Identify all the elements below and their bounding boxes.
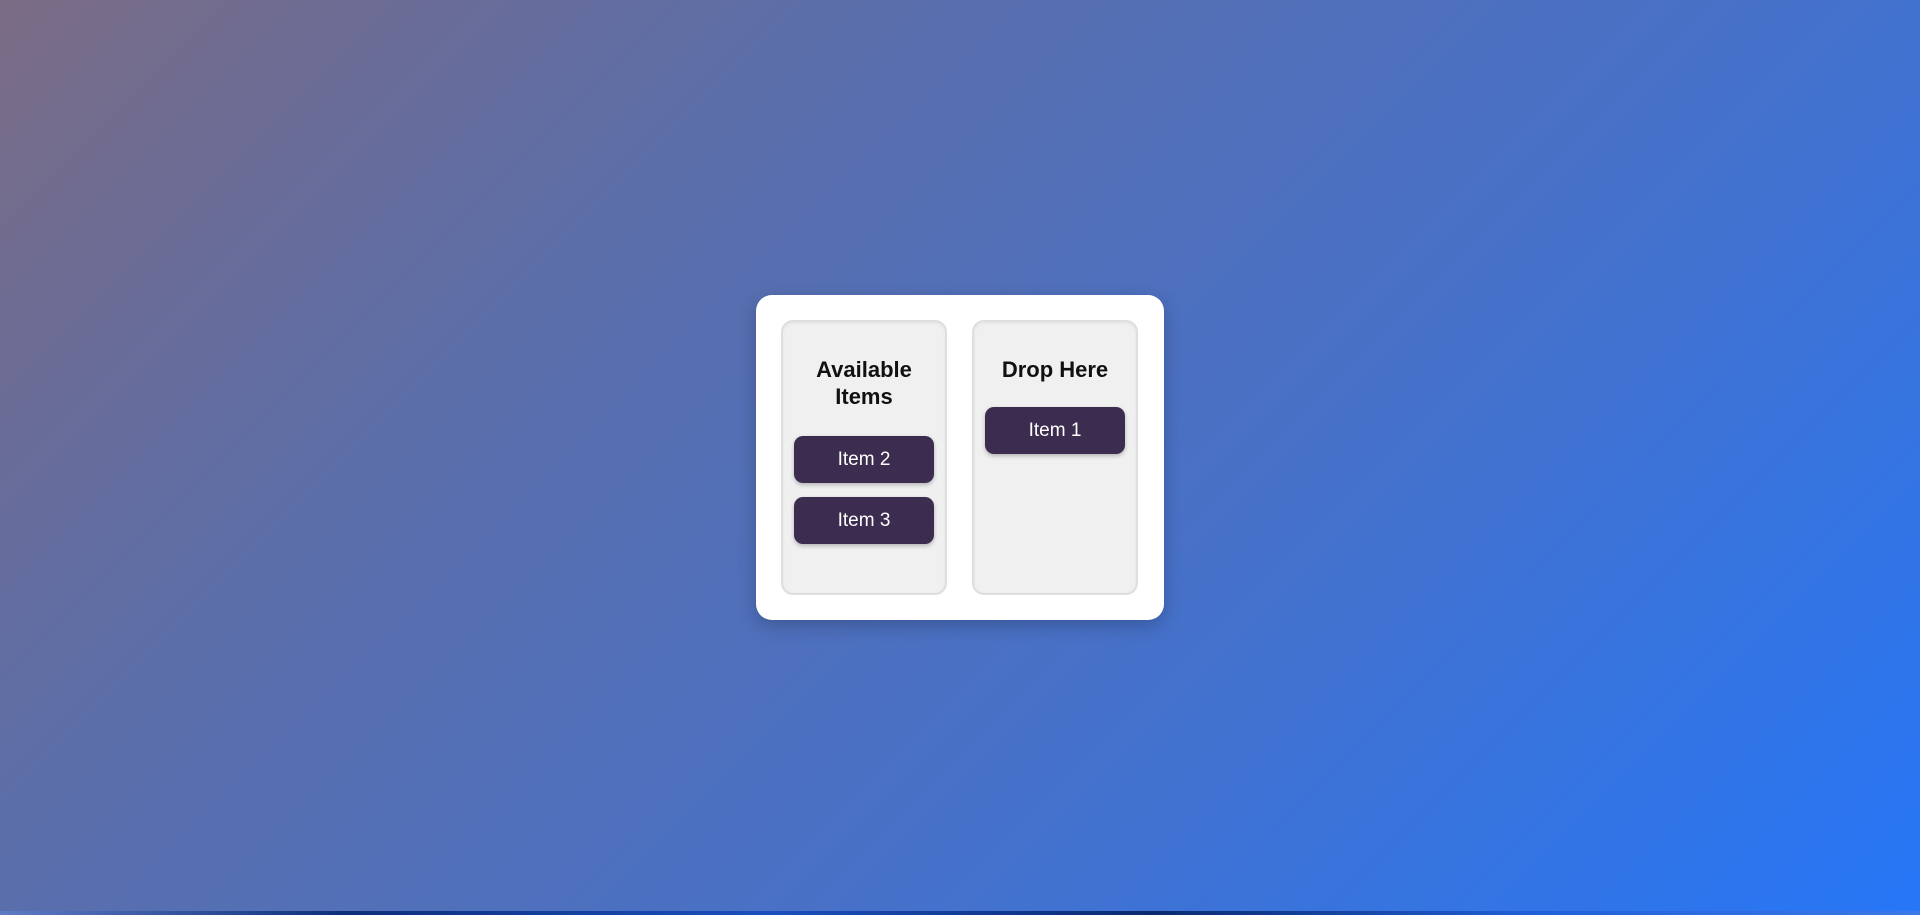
- available-items-column[interactable]: Available Items Item 2 Item 3: [781, 320, 947, 595]
- drop-zone-title: Drop Here: [1001, 357, 1109, 382]
- available-items-title: Available Items: [816, 357, 912, 409]
- draggable-item[interactable]: Item 2: [794, 436, 934, 483]
- drop-zone-list: Item 1: [985, 407, 1125, 454]
- available-items-list: Item 2 Item 3: [794, 436, 934, 544]
- draggable-item[interactable]: Item 1: [985, 407, 1125, 454]
- drag-drop-card: Available Items Item 2 Item 3 Drop Here …: [756, 295, 1164, 620]
- drop-zone-column[interactable]: Drop Here Item 1: [972, 320, 1138, 595]
- draggable-item[interactable]: Item 3: [794, 497, 934, 544]
- taskbar-edge: [0, 911, 1920, 915]
